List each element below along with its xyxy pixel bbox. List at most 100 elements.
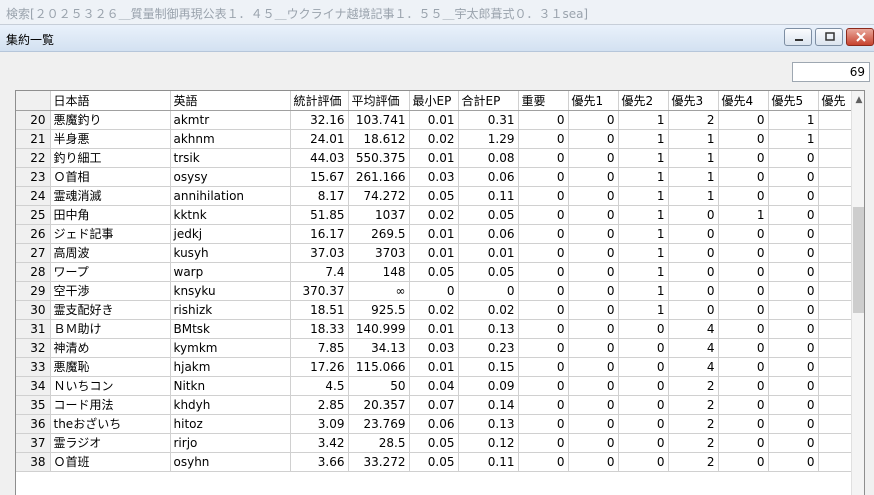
column-header[interactable]: 優先5 (768, 91, 819, 111)
column-header[interactable]: 優先3 (668, 91, 719, 111)
maximize-button[interactable] (815, 28, 843, 46)
table-row[interactable]: 28 ワープ warp 7.4 148 0.05 0.05 0 0 1 0 0 0 (16, 262, 859, 282)
close-button[interactable] (846, 28, 874, 46)
table-cell: 1037 (348, 205, 410, 225)
table-row[interactable]: 37 霊ラジオ rirjo 3.42 28.5 0.05 0.12 0 0 0 2 0 0 (16, 433, 859, 453)
table-cell: 4 (668, 319, 719, 339)
vertical-scrollbar[interactable]: ▲ (851, 91, 864, 495)
table-cell: theおざいち (50, 414, 171, 434)
column-header[interactable]: 日本語 (50, 91, 171, 111)
table-cell: 0.05 (409, 433, 459, 453)
table-cell: 1 (668, 148, 719, 168)
window-titlebar[interactable]: 集約一覧 (0, 25, 874, 52)
row-number-cell[interactable]: 20 (16, 110, 51, 130)
scroll-up-arrow-icon[interactable]: ▲ (853, 93, 864, 107)
row-number-cell[interactable]: 33 (16, 357, 51, 377)
row-number-cell[interactable]: 26 (16, 224, 51, 244)
table-row[interactable]: 21 半身悪 akhnm 24.01 18.612 0.02 1.29 0 0 1 1 0 1 (16, 129, 859, 149)
table-cell: 1 (718, 205, 769, 225)
column-header[interactable]: 最小EP (409, 91, 459, 111)
table-cell: 1 (618, 300, 669, 320)
row-number-cell[interactable]: 30 (16, 300, 51, 320)
table-row[interactable]: 38 Ｏ首班 osyhn 3.66 33.272 0.05 0.11 0 0 0 2 0 0 (16, 452, 859, 472)
table-cell: kusyh (170, 243, 291, 263)
table-row[interactable]: 35 コード用法 khdyh 2.85 20.357 0.07 0.14 0 0 0 2 0 0 (16, 395, 859, 415)
table-row[interactable]: 26 ジェド記事 jedkj 16.17 269.5 0.01 0.06 0 0 1 0 0 0 (16, 224, 859, 244)
row-number-cell[interactable]: 35 (16, 395, 51, 415)
table-cell: 1 (668, 186, 719, 206)
table-row[interactable]: 24 霊魂消滅 annihilation 8.17 74.272 0.05 0.11 0 0 1 1… (16, 186, 859, 206)
minimize-button[interactable] (784, 28, 812, 46)
row-number-cell[interactable]: 36 (16, 414, 51, 434)
table-row[interactable]: 34 Ｎいちコン Nitkn 4.5 50 0.04 0.09 0 0 0 2 0 0 (16, 376, 859, 396)
row-number-cell[interactable]: 32 (16, 338, 51, 358)
column-header[interactable]: 英語 (170, 91, 291, 111)
table-cell: osysy (170, 167, 291, 187)
row-number-cell[interactable]: 38 (16, 452, 51, 472)
table-row[interactable]: 33 悪魔恥 hjakm 17.26 115.066 0.01 0.15 0 0 0 4 0 0 (16, 357, 859, 377)
table-cell: 0 (718, 262, 769, 282)
column-header[interactable]: 優先1 (568, 91, 619, 111)
table-cell: annihilation (170, 186, 291, 206)
row-number-cell[interactable]: 34 (16, 376, 51, 396)
table-cell: コード用法 (50, 395, 171, 415)
table-cell: 0 (768, 338, 819, 358)
table-cell: 悪魔恥 (50, 357, 171, 377)
column-header[interactable]: 統計評価 (290, 91, 349, 111)
table-cell: 3.09 (290, 414, 349, 434)
scrollbar-thumb[interactable] (853, 207, 864, 313)
row-number-header[interactable] (16, 91, 51, 111)
table-cell: 370.37 (290, 281, 349, 301)
table-cell: 0.05 (458, 262, 519, 282)
table-cell: 0 (568, 224, 619, 244)
table-cell: 0 (768, 243, 819, 263)
table-cell: osyhn (170, 452, 291, 472)
row-number-cell[interactable]: 25 (16, 205, 51, 225)
table-cell: 115.066 (348, 357, 410, 377)
column-header[interactable]: 優先2 (618, 91, 669, 111)
table-cell: 3703 (348, 243, 410, 263)
summary-data-grid[interactable]: 日本語 英語 統計評価 平均評価 最小EP 合計EP 重要 優先1 優先2 優先3 優先4 優先5 優先… (15, 90, 865, 495)
row-number-cell[interactable]: 37 (16, 433, 51, 453)
row-number-cell[interactable]: 22 (16, 148, 51, 168)
table-cell: knsyku (170, 281, 291, 301)
table-cell: 1 (618, 281, 669, 301)
row-number-cell[interactable]: 21 (16, 129, 51, 149)
table-row[interactable]: 27 高周波 kusyh 37.03 3703 0.01 0.01 0 0 1 0 0 0 (16, 243, 859, 263)
table-row[interactable]: 30 霊支配好き rishizk 18.51 925.5 0.02 0.02 0 0 1 0 0 0 (16, 300, 859, 320)
row-number-cell[interactable]: 31 (16, 319, 51, 339)
table-cell: 0.07 (409, 395, 459, 415)
table-cell: ジェド記事 (50, 224, 171, 244)
row-number-cell[interactable]: 23 (16, 167, 51, 187)
table-row[interactable]: 31 ＢＭ助け BMtsk 18.33 140.999 0.01 0.13 0 0 0 4 0 0 (16, 319, 859, 339)
table-row[interactable]: 29 空干渉 knsyku 370.37 ∞ 0 0 0 0 1 0 0 0 (16, 281, 859, 301)
table-cell: 16.17 (290, 224, 349, 244)
table-row[interactable]: 22 釣り細工 trsik 44.03 550.375 0.01 0.08 0 0 1 1 0 0 (16, 148, 859, 168)
record-count-field[interactable]: 69 (792, 62, 870, 82)
row-number-cell[interactable]: 29 (16, 281, 51, 301)
row-number-cell[interactable]: 24 (16, 186, 51, 206)
close-icon (856, 32, 866, 42)
table-cell: akhnm (170, 129, 291, 149)
table-cell: 0 (518, 205, 569, 225)
table-row[interactable]: 23 Ｏ首相 osysy 15.67 261.166 0.03 0.06 0 0 1 1 0 0 (16, 167, 859, 187)
column-header[interactable]: 合計EP (458, 91, 519, 111)
table-row[interactable]: 32 神清め kymkm 7.85 34.13 0.03 0.23 0 0 0 4 0 0 (16, 338, 859, 358)
table-row[interactable]: 36 theおざいち hitoz 3.09 23.769 0.06 0.13 0 0 0 2 0 0 (16, 414, 859, 434)
table-cell: 0 (768, 395, 819, 415)
table-cell: 0 (718, 338, 769, 358)
table-cell: 33.272 (348, 452, 410, 472)
table-cell: Nitkn (170, 376, 291, 396)
column-header[interactable]: 優先4 (718, 91, 769, 111)
table-cell: 釣り細工 (50, 148, 171, 168)
column-header[interactable]: 平均評価 (348, 91, 410, 111)
table-cell: 0 (568, 148, 619, 168)
column-header[interactable]: 重要 (518, 91, 569, 111)
table-cell: 0 (518, 338, 569, 358)
row-number-cell[interactable]: 27 (16, 243, 51, 263)
table-cell: 0 (718, 433, 769, 453)
row-number-cell[interactable]: 28 (16, 262, 51, 282)
table-cell: 0 (718, 167, 769, 187)
table-row[interactable]: 25 田中角 kktnk 51.85 1037 0.02 0.05 0 0 1 0 1 0 (16, 205, 859, 225)
table-row[interactable]: 20 悪魔釣り akmtr 32.16 103.741 0.01 0.31 0 0 1 2 0 1 (16, 110, 859, 130)
